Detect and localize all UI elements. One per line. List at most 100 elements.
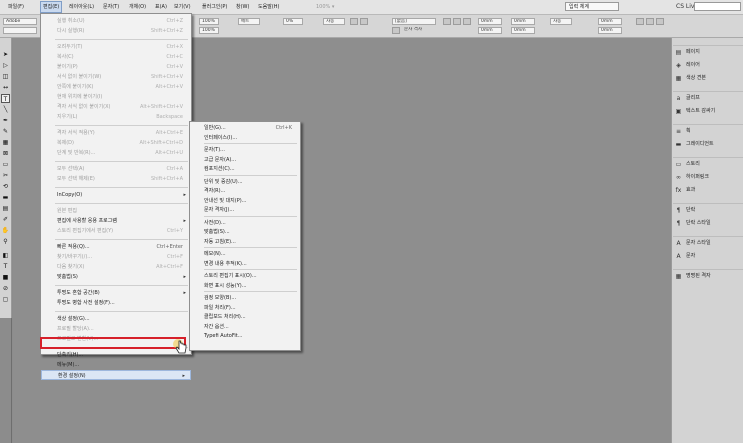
panel-tab[interactable]: ¶ 단락 스타일: [673, 217, 743, 230]
menu-item[interactable]: 파일(F): [6, 2, 26, 12]
menu-item[interactable]: 투명도 혼합 공간(B) ▸: [41, 288, 191, 298]
gradient-tool-icon[interactable]: ▬: [1, 193, 10, 202]
page-tool-icon[interactable]: ◫: [1, 72, 10, 81]
menu-item[interactable]: InCopy(O) ▸: [41, 190, 191, 200]
menu-item[interactable]: 단위 및 증감(U)...: [190, 177, 300, 187]
menu-item[interactable]: 격자(R)...: [190, 186, 300, 196]
search-input[interactable]: [694, 2, 741, 11]
pen-tool-icon[interactable]: ✒: [1, 116, 10, 125]
space-after-field[interactable]: 0mm: [598, 27, 622, 34]
underline-toggle[interactable]: [350, 18, 358, 25]
panel-tab[interactable]: fx 효과: [673, 184, 743, 197]
vertical-scale-field[interactable]: 100%: [199, 18, 219, 25]
menu-item[interactable]: 메모(N)...: [190, 249, 300, 259]
font-style-field[interactable]: [3, 27, 37, 34]
menu-item[interactable]: 일반(G)... Ctrl+K: [190, 123, 300, 133]
free-transform-tool-icon[interactable]: ⟲: [1, 182, 10, 191]
menu-item[interactable]: 투명도 병합 사전 설정(F)...: [41, 298, 191, 308]
rectangle-frame-tool-icon[interactable]: ⊠: [1, 149, 10, 158]
menu-item[interactable]: 변경 내용 추적(K)...: [190, 259, 300, 269]
panel-tab[interactable]: ≡ 획: [673, 125, 743, 138]
align-center-icon[interactable]: [453, 18, 461, 25]
selection-tool-icon[interactable]: ➤: [1, 50, 10, 59]
menu-item[interactable]: 단축키(H)...: [41, 350, 191, 360]
menu-item[interactable]: 편집에 사용할 응용 프로그램 ▸: [41, 216, 191, 226]
left-indent-field[interactable]: 0mm: [478, 18, 502, 25]
gap-tool-icon[interactable]: ↔: [1, 83, 10, 92]
font-family-field[interactable]: Adobe: [3, 18, 37, 25]
pencil-tool-icon[interactable]: ✎: [1, 127, 10, 136]
zoom-tool-icon[interactable]: ⚲: [1, 237, 10, 246]
zoom-level[interactable]: 100% ▾: [316, 3, 352, 11]
menu-item[interactable]: 자동 고침(E)...: [190, 237, 300, 247]
menu-item[interactable]: 빠른 적용(Q)... Ctrl+Enter: [41, 242, 191, 252]
panel-tab[interactable]: A 문자: [673, 250, 743, 263]
right-indent-field[interactable]: 0mm: [478, 27, 502, 34]
menu-item[interactable]: 표(A): [153, 2, 169, 12]
kerning-field[interactable]: 메트: [238, 18, 260, 25]
panel-tab[interactable]: ▦ 명명된 격자: [673, 270, 743, 283]
menu-item[interactable]: 사전(D)...: [190, 218, 300, 228]
fill-stroke-icon[interactable]: ◧: [1, 251, 10, 260]
panel-tab[interactable]: ∞ 하이퍼링크: [673, 171, 743, 184]
menu-item[interactable]: 레이아웃(L): [67, 2, 96, 12]
apply-formatting-icon[interactable]: T: [1, 262, 10, 271]
menu-item[interactable]: 맞춤법(S)...: [190, 227, 300, 237]
tracking-field[interactable]: 0%: [283, 18, 303, 25]
menu-item[interactable]: 창(W): [234, 2, 251, 12]
note-tool-icon[interactable]: ▤: [1, 204, 10, 213]
align-left-icon[interactable]: [443, 18, 451, 25]
menu-item-preferences[interactable]: 환경 설정(N) ▸: [41, 370, 191, 380]
scissors-tool-icon[interactable]: ✂: [1, 171, 10, 180]
bullets-icon[interactable]: [656, 18, 664, 25]
auto-field[interactable]: 자동: [550, 18, 572, 25]
space-before-field[interactable]: 0mm: [598, 18, 622, 25]
menu-item[interactable]: 메뉴(M)...: [41, 360, 191, 370]
menu-item[interactable]: 플러그인(P): [200, 2, 229, 12]
apply-color-icon[interactable]: ■: [1, 273, 10, 282]
menu-item[interactable]: 안내선 및 대지(P)...: [190, 196, 300, 206]
type-tool-icon[interactable]: T: [1, 94, 10, 103]
panel-tab[interactable]: a 글리프: [673, 92, 743, 105]
menu-item[interactable]: 맞춤법(S) ▸: [41, 272, 191, 282]
panel-tab[interactable]: ¶ 단락: [673, 204, 743, 217]
panel-tab[interactable]: ▦ 색상 견본: [673, 72, 743, 85]
menu-item[interactable]: 파일 처리(F)...: [190, 303, 300, 313]
strikethrough-toggle[interactable]: [360, 18, 368, 25]
menu-item[interactable]: 문자(T): [101, 2, 121, 12]
menu-item[interactable]: 컴포지션(C)...: [190, 164, 300, 174]
grid-align-icon[interactable]: [636, 18, 644, 25]
columns-icon[interactable]: [646, 18, 654, 25]
panel-tab[interactable]: A 문자 스타일: [673, 237, 743, 250]
character-grid-checkbox[interactable]: [392, 27, 400, 34]
panel-tab[interactable]: ▬ 그레이디언트: [673, 138, 743, 151]
leading-field[interactable]: 자동: [323, 18, 345, 25]
line-tool-icon[interactable]: ╲: [1, 105, 10, 114]
menu-item[interactable]: 스토리 편집기 표시(O)...: [190, 271, 300, 281]
menu-item[interactable]: 개체(O): [127, 2, 148, 12]
menu-item[interactable]: 검정 모양(B)...: [190, 293, 300, 303]
menu-item[interactable]: 자간 옵션...: [190, 322, 300, 332]
apply-none-icon[interactable]: ⊘: [1, 284, 10, 293]
menu-item[interactable]: Typefi AutoFit...: [190, 331, 300, 341]
eyedropper-tool-icon[interactable]: ✐: [1, 215, 10, 224]
menu-item[interactable]: 색상 설정(G)...: [41, 314, 191, 324]
last-line-indent-field[interactable]: 0mm: [511, 27, 535, 34]
paragraph-style-field[interactable]: [없음]: [392, 18, 436, 25]
workspace-switcher[interactable]: 입력 체계: [565, 2, 619, 11]
menu-item[interactable]: 보기(V): [172, 2, 193, 12]
menu-item[interactable]: 화면 표시 성능(Y)...: [190, 281, 300, 291]
first-line-indent-field[interactable]: 0mm: [511, 18, 535, 25]
menu-item[interactable]: 인터페이스(I)...: [190, 133, 300, 143]
align-right-icon[interactable]: [463, 18, 471, 25]
screen-mode-icon[interactable]: ▢: [1, 295, 10, 304]
horizontal-scale-field[interactable]: 100%: [199, 27, 219, 34]
panel-tab[interactable]: ▣ 텍스트 감싸기: [673, 105, 743, 118]
direct-selection-tool-icon[interactable]: ▷: [1, 61, 10, 70]
menu-item[interactable]: 편집(E): [40, 1, 63, 13]
menu-item[interactable]: 문자 격자(J)...: [190, 205, 300, 215]
menu-item[interactable]: 고급 문자(A)...: [190, 155, 300, 165]
panel-tab[interactable]: ▤ 페이지: [673, 46, 743, 59]
menu-item[interactable]: 문자(T)...: [190, 145, 300, 155]
panel-tab[interactable]: ▭ 스토리: [673, 158, 743, 171]
